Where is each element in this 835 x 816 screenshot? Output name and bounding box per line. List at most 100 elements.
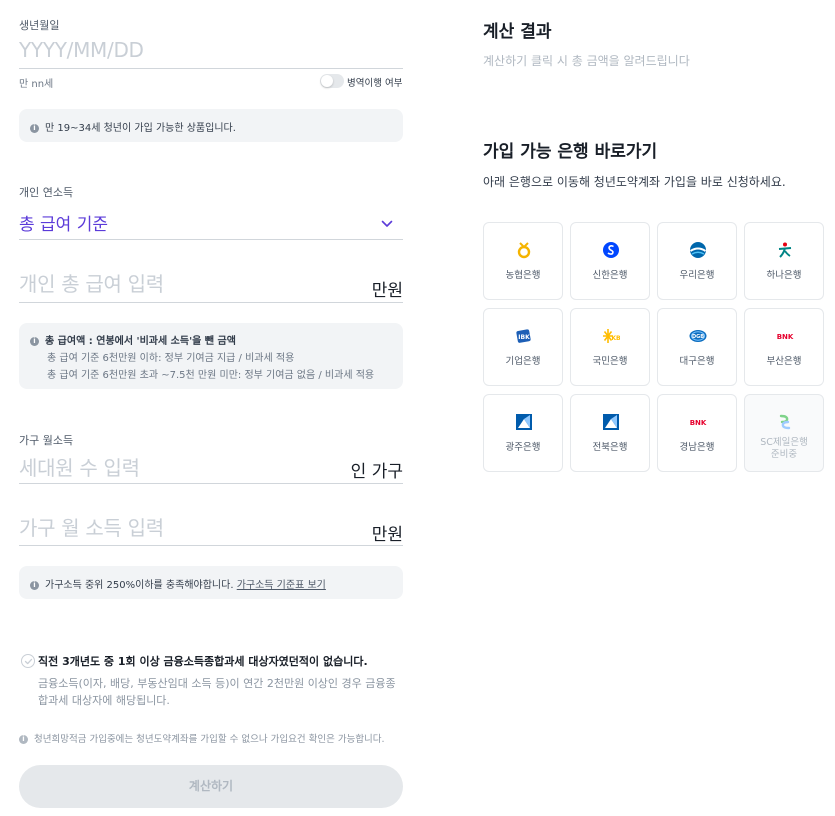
bank-tile[interactable]: 광주은행 bbox=[483, 394, 563, 472]
bank-name: 경남은행 bbox=[658, 442, 736, 454]
footer-notice: i 청년희망적금 가입중에는 청년도약계좌를 가입할 수 없으나 가입요건 확인은… bbox=[19, 731, 385, 745]
bank-tile[interactable]: 하나은행 bbox=[744, 222, 824, 300]
income-notice: i 총 급여액 : 연봉에서 '비과세 소득'을 뺀 금액 총 급여 기준 6천만… bbox=[19, 323, 403, 389]
ibk-logo-icon: IBK bbox=[515, 327, 533, 345]
bank-tile[interactable]: DGB 대구은행 bbox=[657, 308, 737, 386]
svg-text:BNK: BNK bbox=[690, 419, 707, 427]
chevron-down-icon[interactable] bbox=[381, 218, 393, 230]
bank-tile[interactable]: 농협은행 bbox=[483, 222, 563, 300]
bank-name-text: 광주은행 bbox=[505, 442, 541, 453]
sc-logo-icon bbox=[779, 414, 791, 430]
bnk-logo-icon: BNK bbox=[776, 327, 794, 345]
bank-name-text: SC제일은행 bbox=[760, 437, 808, 448]
bank-tile[interactable]: 우리은행 bbox=[657, 222, 737, 300]
woori-logo-icon bbox=[689, 242, 707, 258]
bank-name-text: 경남은행 bbox=[679, 442, 715, 453]
bank-name: 우리은행 bbox=[658, 270, 736, 282]
bank-name: 대구은행 bbox=[658, 356, 736, 368]
svg-text:IBK: IBK bbox=[518, 334, 530, 341]
bank-tile[interactable]: IBK 기업은행 bbox=[483, 308, 563, 386]
nh-logo-icon bbox=[517, 242, 531, 259]
shinhan-logo-icon bbox=[603, 242, 619, 258]
birth-label: 생년월일 bbox=[19, 19, 60, 32]
household-notice-text: 가구소득 중위 250%이하를 충족해야합니다. bbox=[45, 580, 234, 591]
tax-description: 금융소득(이자, 배당, 부동산임대 소득 등)이 연간 2천만원 이상인 경우… bbox=[38, 675, 396, 709]
info-icon: i bbox=[19, 735, 28, 744]
bank-name: 전북은행 bbox=[571, 442, 649, 454]
bank-status-text: 준비중 bbox=[770, 449, 798, 460]
bank-tile[interactable]: BNK 경남은행 bbox=[657, 394, 737, 472]
bnk-logo-icon: BNK bbox=[777, 333, 794, 341]
income-notice-title: 총 급여액 : 연봉에서 '비과세 소득'을 뺀 금액 bbox=[45, 336, 236, 347]
military-toggle[interactable] bbox=[320, 74, 344, 88]
income-notice-line: 총 급여 기준 6천만원 초과 ~7.5천 만원 미만: 정부 기여금 없음 /… bbox=[47, 370, 375, 381]
bnk-logo-icon: BNK bbox=[689, 413, 707, 431]
ibk-logo-icon: IBK bbox=[516, 329, 531, 343]
income-unit: 만원 bbox=[371, 281, 403, 301]
household-income-input[interactable]: 가구 월 소득 입력 bbox=[19, 512, 164, 541]
income-select-underline bbox=[19, 239, 403, 240]
age-notice: i 만 19~34세 청년이 가입 가능한 상품입니다. bbox=[19, 109, 403, 142]
age-notice-text: 만 19~34세 청년이 가입 가능한 상품입니다. bbox=[45, 123, 236, 134]
bnk-logo-icon: BNK bbox=[690, 419, 707, 427]
kjb-logo-icon bbox=[516, 414, 532, 430]
bank-tile[interactable]: BNK 부산은행 bbox=[744, 308, 824, 386]
hana-logo-icon bbox=[778, 242, 792, 258]
woori-logo-icon bbox=[689, 241, 707, 259]
kjb-logo-icon bbox=[515, 413, 533, 431]
kb-logo-icon: KB bbox=[602, 327, 621, 345]
age-text: 만 nn세 bbox=[19, 79, 54, 90]
info-icon: i bbox=[30, 123, 39, 133]
bank-name-text: 국민은행 bbox=[592, 356, 628, 367]
household-notice: i 가구소득 중위 250%이하를 충족해야합니다. 가구소득 기준표 보기 bbox=[19, 566, 403, 599]
tax-checkbox[interactable] bbox=[21, 654, 35, 668]
bank-name: 부산은행 bbox=[745, 356, 823, 368]
calculate-button[interactable]: 계산하기 bbox=[19, 765, 403, 808]
tax-check-label[interactable]: 직전 3개년도 중 1회 이상 금융소득종합과세 대상자였던적이 없습니다. bbox=[38, 653, 368, 669]
military-toggle-label: 병역이행 여부 bbox=[347, 78, 403, 89]
bank-name: 광주은행 bbox=[484, 442, 562, 454]
jb-logo-icon bbox=[602, 413, 620, 431]
bank-name-text: 기업은행 bbox=[505, 356, 541, 367]
bank-name-text: 하나은행 bbox=[766, 270, 802, 281]
bank-name: 기업은행 bbox=[484, 356, 562, 368]
shinhan-logo-icon bbox=[602, 241, 620, 259]
household-criteria-link[interactable]: 가구소득 기준표 보기 bbox=[237, 580, 326, 591]
household-income-underline bbox=[19, 545, 403, 546]
result-title: 계산 결과 bbox=[483, 22, 552, 42]
kb-logo-icon: KB bbox=[603, 329, 621, 343]
bank-name: 농협은행 bbox=[484, 270, 562, 282]
bank-name-text: 우리은행 bbox=[679, 270, 715, 281]
bank-name: 하나은행 bbox=[745, 270, 823, 282]
bank-name-text: 농협은행 bbox=[505, 270, 541, 281]
result-subtitle: 계산하기 클릭 시 총 금액을 알려드립니다 bbox=[483, 54, 690, 68]
dgb-logo-icon: DGB bbox=[689, 327, 707, 345]
svg-text:DGB: DGB bbox=[692, 334, 704, 340]
household-label: 가구 월소득 bbox=[19, 434, 74, 447]
bank-name: 신한은행 bbox=[571, 270, 649, 282]
bank-tile[interactable]: 전북은행 bbox=[570, 394, 650, 472]
hana-logo-icon bbox=[776, 241, 794, 259]
banks-title: 가입 가능 은행 바로가기 bbox=[483, 142, 658, 162]
banks-subtitle: 아래 은행으로 이동해 청년도약계좌 가입을 바로 신청하세요. bbox=[483, 175, 786, 189]
birth-input[interactable]: YYYY/MM/DD bbox=[19, 38, 144, 62]
income-type-select[interactable]: 총 급여 기준 bbox=[19, 210, 108, 235]
household-members-input[interactable]: 세대원 수 입력 bbox=[19, 452, 140, 481]
bank-name-text: 전북은행 bbox=[592, 442, 628, 453]
svg-text:BNK: BNK bbox=[777, 333, 794, 341]
bank-name-text: 대구은행 bbox=[679, 356, 715, 367]
birth-input-underline bbox=[19, 68, 403, 69]
bank-tile[interactable]: 신한은행 bbox=[570, 222, 650, 300]
footer-notice-text: 청년희망적금 가입중에는 청년도약계좌를 가입할 수 없으나 가입요건 확인은 … bbox=[34, 734, 385, 745]
income-input-underline bbox=[19, 302, 403, 303]
svg-text:KB: KB bbox=[611, 335, 620, 342]
household-members-underline bbox=[19, 483, 403, 484]
bank-name: 국민은행 bbox=[571, 356, 649, 368]
bank-name-text: 부산은행 bbox=[766, 356, 802, 367]
income-label: 개인 연소득 bbox=[19, 186, 74, 199]
bank-tile[interactable]: KB 국민은행 bbox=[570, 308, 650, 386]
household-members-unit: 인 가구 bbox=[350, 462, 403, 482]
jb-logo-icon bbox=[603, 414, 619, 430]
income-input[interactable]: 개인 총 급여 입력 bbox=[19, 268, 164, 297]
tax-description-line: 합과세 대상자에 해당됩니다. bbox=[38, 694, 170, 707]
